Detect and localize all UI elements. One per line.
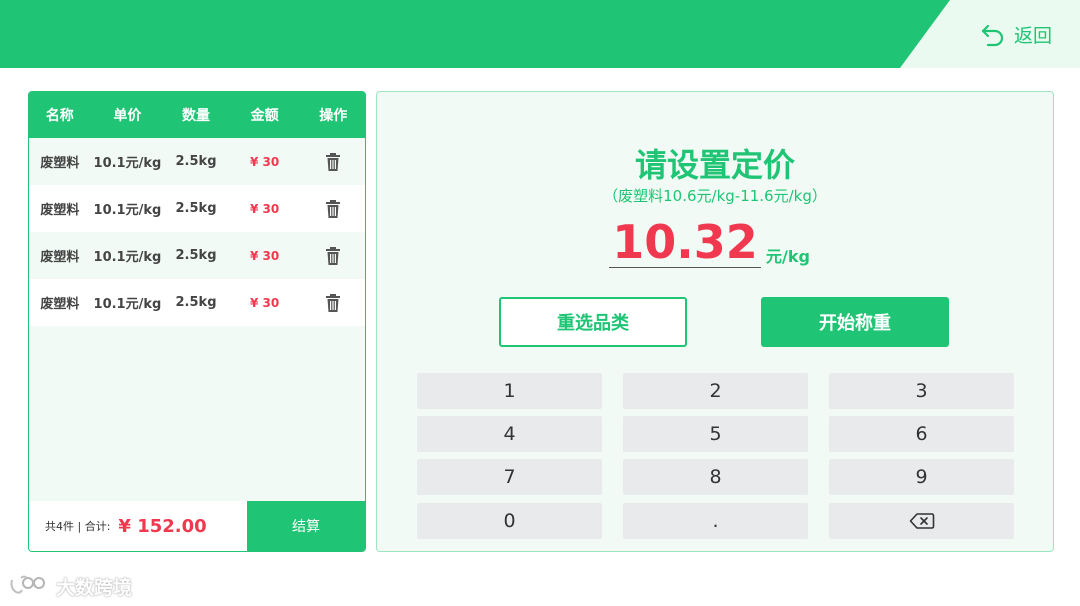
key-8[interactable]: 8 [623, 459, 808, 495]
table-row: 废塑料 10.1元/kg 2.5kg ¥ 30 [29, 232, 365, 279]
column-header-quantity: 数量 [182, 108, 211, 124]
pricing-panel: 请设置定价 （废塑料10.6元/kg-11.6元/kg） 10.32 元/kg … [376, 91, 1054, 552]
key-3[interactable]: 3 [829, 373, 1014, 409]
table-header: 名称 单价 数量 金额 操作 [29, 92, 365, 138]
price-unit: 元/kg [766, 247, 810, 266]
delete-button[interactable] [301, 199, 365, 218]
key-9[interactable]: 9 [829, 459, 1014, 495]
column-header-unit-price: 单价 [113, 108, 142, 124]
trash-icon [326, 246, 341, 265]
key-1[interactable]: 1 [417, 373, 602, 409]
checkout-button[interactable]: 结算 [247, 501, 365, 551]
key-4[interactable]: 4 [417, 416, 602, 452]
table-row: 废塑料 10.1元/kg 2.5kg ¥ 30 [29, 138, 365, 185]
key-backspace[interactable] [829, 503, 1014, 539]
back-button[interactable]: 返回 [980, 20, 1052, 48]
cell-amount: ¥ 30 [249, 295, 280, 310]
order-total: ¥ 152.00 [118, 515, 207, 537]
backspace-icon [909, 513, 934, 529]
cell-quantity: 2.5kg [175, 295, 217, 310]
column-header-name: 名称 [45, 108, 74, 124]
key-decimal[interactable]: . [623, 503, 808, 539]
undo-arrow-icon [981, 24, 1004, 47]
cell-quantity: 2.5kg [175, 201, 217, 216]
cell-unit-price: 10.1元/kg [93, 203, 162, 218]
delete-button[interactable] [301, 293, 365, 312]
numeric-keypad: 1 2 3 4 5 6 7 8 9 0 . [417, 373, 1014, 539]
cell-amount: ¥ 30 [249, 248, 280, 263]
back-label: 返回 [1014, 24, 1053, 47]
key-6[interactable]: 6 [829, 416, 1014, 452]
cell-name: 废塑料 [40, 297, 80, 312]
watermark: 大数跨境 [8, 572, 132, 600]
watermark-logo-icon [10, 575, 45, 594]
table-body: 废塑料 10.1元/kg 2.5kg ¥ 30 废塑料 10.1元/kg 2.5… [29, 138, 365, 326]
order-footer: 共4件 | 合计: ¥ 152.00 结算 [29, 501, 365, 551]
column-header-amount: 金额 [250, 108, 279, 124]
key-2[interactable]: 2 [623, 373, 808, 409]
cell-amount: ¥ 30 [249, 154, 280, 169]
trash-icon [326, 199, 341, 218]
delete-button[interactable] [301, 152, 365, 171]
cell-quantity: 2.5kg [175, 154, 217, 169]
trash-icon [326, 293, 341, 312]
cell-name: 废塑料 [40, 156, 80, 171]
order-summary: 共4件 | 合计: ¥ 152.00 [29, 501, 247, 551]
trash-icon [326, 152, 341, 171]
cell-name: 废塑料 [40, 250, 80, 265]
watermark-text: 大数跨境 [56, 576, 133, 599]
order-list-panel: 名称 单价 数量 金额 操作 废塑料 10.1元/kg 2.5kg ¥ 30 废… [28, 91, 366, 552]
pricing-title: 请设置定价 [634, 146, 795, 184]
cell-unit-price: 10.1元/kg [93, 297, 162, 312]
cell-quantity: 2.5kg [175, 248, 217, 263]
price-range-hint: （废塑料10.6元/kg-11.6元/kg） [603, 187, 827, 205]
key-7[interactable]: 7 [417, 459, 602, 495]
cell-unit-price: 10.1元/kg [93, 250, 162, 265]
start-weighing-button[interactable]: 开始称重 [761, 297, 949, 347]
key-5[interactable]: 5 [623, 416, 808, 452]
table-row: 废塑料 10.1元/kg 2.5kg ¥ 30 [29, 185, 365, 232]
column-header-action: 操作 [319, 108, 348, 124]
key-0[interactable]: 0 [417, 503, 602, 539]
price-input[interactable]: 10.32 [609, 216, 761, 268]
delete-button[interactable] [301, 246, 365, 265]
table-row: 废塑料 10.1元/kg 2.5kg ¥ 30 [29, 279, 365, 326]
reselect-category-button[interactable]: 重选品类 [499, 297, 687, 347]
cell-unit-price: 10.1元/kg [93, 156, 162, 171]
cell-amount: ¥ 30 [249, 201, 280, 216]
cell-name: 废塑料 [40, 203, 80, 218]
item-count-label: 共4件 | 合计: [45, 520, 111, 533]
